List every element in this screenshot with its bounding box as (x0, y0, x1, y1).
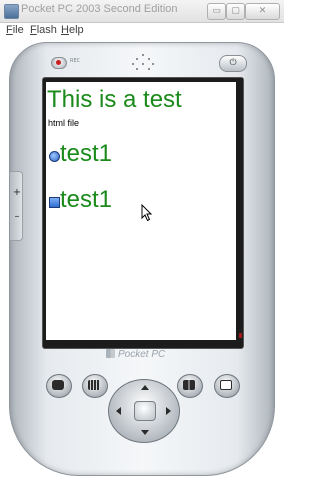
screen-corner-marker (239, 333, 242, 338)
speaker-grille-icon (128, 54, 158, 72)
menu-help[interactable]: Help (61, 24, 84, 36)
contacts-icon (183, 380, 195, 390)
screen-right-edge (239, 78, 243, 340)
windows-start-icon (52, 380, 64, 390)
minimize-button[interactable]: ▭ (207, 3, 226, 20)
window-title: Pocket PC 2003 Second Edition (21, 3, 178, 15)
page-heading: This is a test (47, 86, 182, 113)
record-button[interactable] (51, 57, 67, 69)
mouse-cursor-icon (141, 204, 153, 222)
device-screen[interactable]: This is a test html file test1 test1 (46, 82, 236, 340)
side-volume-rail: + – (10, 171, 23, 241)
screen-bezel: This is a test html file test1 test1 (42, 77, 244, 349)
volume-down-button[interactable]: – (12, 212, 22, 222)
nav-action-button[interactable] (134, 401, 156, 421)
calendar-hardware-button[interactable] (82, 374, 108, 398)
nav-left-icon[interactable] (116, 407, 121, 415)
checkbox[interactable] (49, 197, 60, 208)
record-label: REC (70, 58, 81, 64)
page-subtitle: html file (48, 118, 80, 128)
inbox-hardware-button[interactable] (214, 374, 240, 398)
power-button[interactable]: ⏻ (219, 55, 247, 72)
app-icon (4, 4, 19, 19)
windows-flag-icon (106, 349, 115, 358)
item-label: test1 (60, 186, 113, 213)
inbox-icon (220, 380, 232, 390)
navigation-pad[interactable] (108, 379, 180, 443)
nav-down-icon[interactable] (141, 430, 149, 435)
contacts-hardware-button[interactable] (177, 374, 203, 398)
item-label: test1 (60, 140, 113, 167)
brand-logo: Pocket PC (106, 349, 165, 360)
nav-up-icon[interactable] (141, 385, 149, 390)
calendar-icon (88, 380, 100, 390)
close-button[interactable]: ✕ (245, 3, 280, 20)
nav-right-icon[interactable] (166, 407, 171, 415)
menu-file[interactable]: File (6, 24, 24, 36)
emulator-window: Pocket PC 2003 Second Edition ▭ ▢ ✕ File… (0, 0, 284, 480)
menu-bar: File Flash Help (0, 23, 284, 39)
record-dot-icon (56, 60, 61, 65)
pocket-pc-device: + – REC ⏻ This is a test html file test1 (9, 42, 275, 476)
restore-button[interactable]: ▢ (226, 3, 245, 20)
title-bar[interactable]: Pocket PC 2003 Second Edition ▭ ▢ ✕ (0, 0, 284, 23)
menu-flash[interactable]: Flash (30, 24, 57, 36)
radio-button[interactable] (49, 151, 60, 162)
start-hardware-button[interactable] (46, 374, 72, 398)
volume-up-button[interactable]: + (12, 188, 22, 198)
